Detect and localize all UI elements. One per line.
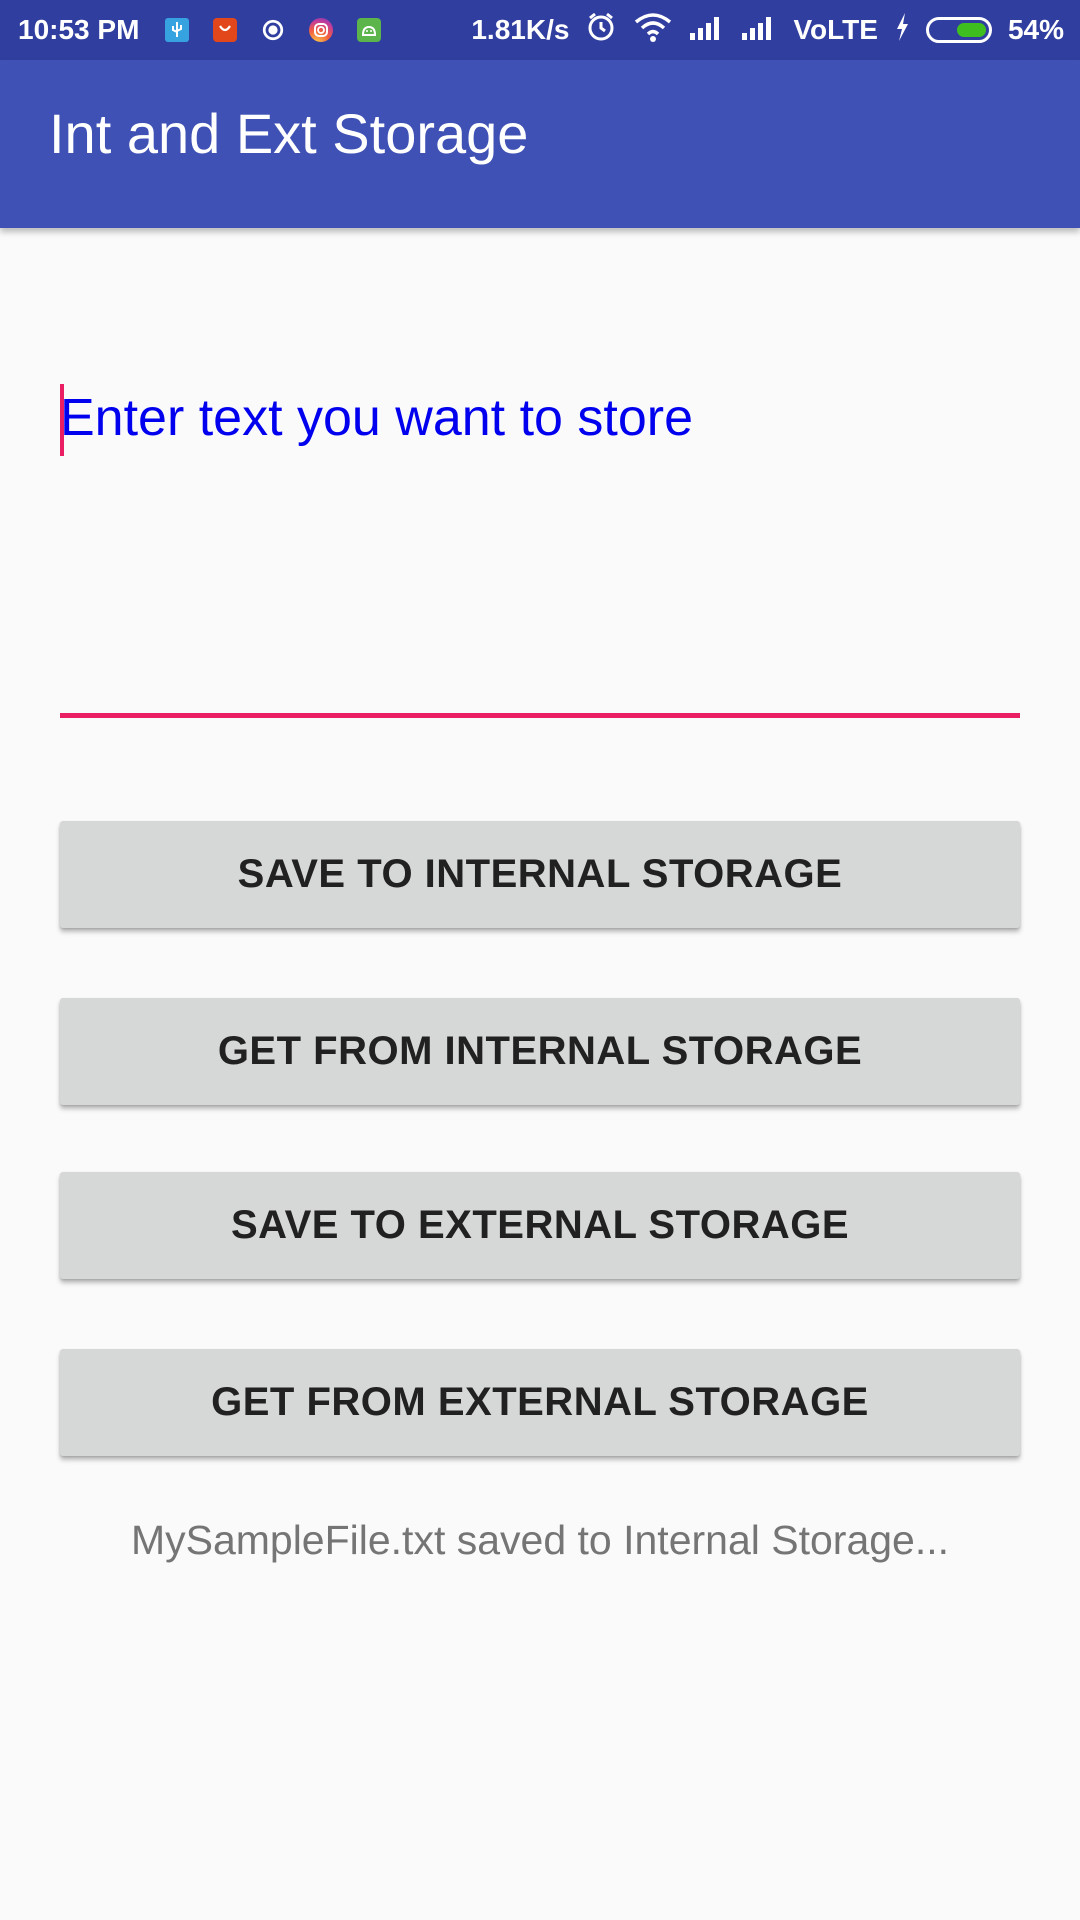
text-cursor	[60, 384, 64, 456]
signal-icon-1	[689, 13, 725, 48]
battery-icon	[925, 17, 992, 43]
status-bar: 10:53 PM 1.81K/s VoLTE 54%	[0, 0, 1080, 60]
status-right: 1.81K/s VoLTE 54%	[455, 0, 1064, 60]
app-title: Int and Ext Storage	[49, 101, 529, 165]
text-input-container	[60, 375, 1020, 720]
screen: 10:53 PM 1.81K/s VoLTE 54% Int and Ext S…	[0, 0, 1080, 1920]
battery-percent: 54%	[1007, 14, 1064, 45]
network-type: VoLTE	[793, 14, 878, 45]
save-internal-button[interactable]: SAVE TO INTERNAL STORAGE	[60, 821, 1020, 928]
get-internal-button[interactable]: GET FROM INTERNAL STORAGE	[60, 998, 1020, 1105]
whatsapp-icon	[261, 18, 285, 42]
get-external-button[interactable]: GET FROM EXTERNAL STORAGE	[60, 1349, 1020, 1456]
text-input[interactable]	[60, 375, 1020, 688]
charging-icon	[894, 12, 910, 49]
alarm-icon	[585, 11, 617, 50]
battery-level	[956, 23, 986, 37]
app-bar: Int and Ext Storage	[0, 60, 1080, 228]
save-external-button[interactable]: SAVE TO EXTERNAL STORAGE	[60, 1172, 1020, 1279]
network-speed: 1.81K/s	[471, 14, 570, 45]
status-left: 10:53 PM	[0, 14, 405, 46]
status-message: MySampleFile.txt saved to Internal Stora…	[130, 1517, 950, 1563]
usb-icon	[165, 18, 190, 42]
wifi-icon	[633, 11, 673, 50]
shopping-icon	[213, 18, 238, 42]
instagram-icon	[309, 18, 334, 42]
status-time: 10:53 PM	[18, 14, 140, 45]
input-underline	[60, 713, 1020, 718]
signal-icon-2	[741, 13, 777, 48]
android-icon	[357, 18, 382, 42]
